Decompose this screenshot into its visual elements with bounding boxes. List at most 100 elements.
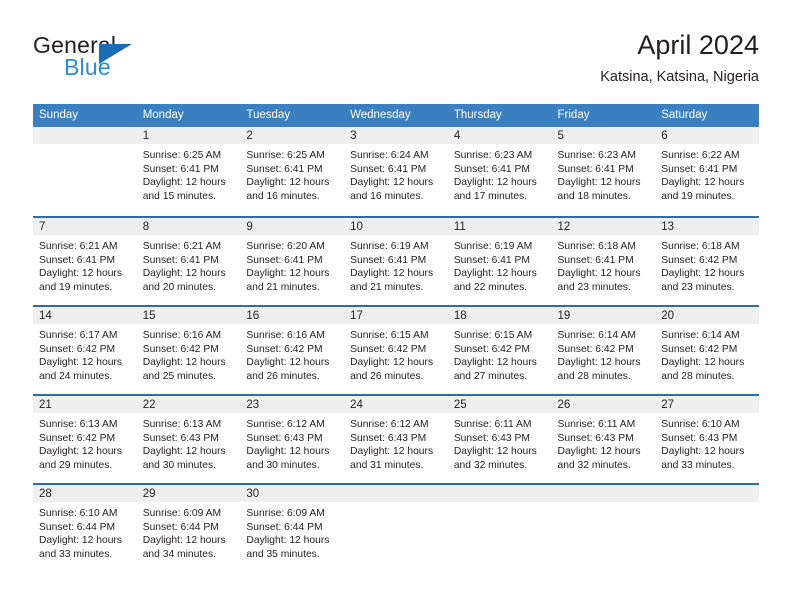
calendar-day-cell[interactable]: 14 Sunrise: 6:17 AM Sunset: 6:42 PM Dayligh…	[33, 307, 137, 394]
calendar-day-cell[interactable]: 26 Sunrise: 6:11 AM Sunset: 6:43 PM Dayligh…	[551, 396, 656, 483]
daylight-text-cont: and 16 minutes.	[350, 190, 424, 202]
day-details: Sunrise: 6:15 AM Sunset: 6:42 PM Daylight:…	[448, 324, 552, 383]
day-details: Sunrise: 6:19 AM Sunset: 6:41 PM Daylight:…	[448, 235, 552, 294]
calendar-day-cell[interactable]: 9 Sunrise: 6:20 AM Sunset: 6:41 PM Daylight…	[240, 218, 345, 305]
daylight-text-cont: and 23 minutes.	[557, 281, 631, 293]
day-details: Sunrise: 6:19 AM Sunset: 6:41 PM Daylight:…	[344, 235, 448, 294]
calendar-day-cell[interactable]: 4 Sunrise: 6:23 AM Sunset: 6:41 PM Daylight…	[447, 127, 552, 216]
weekday-header-thursday: Thursday	[453, 109, 502, 121]
daylight-text: Daylight: 12 hours	[142, 446, 226, 458]
sunrise-text: Sunrise: 6:23 AM	[557, 150, 636, 161]
sunrise-text: Sunrise: 6:10 AM	[661, 419, 740, 430]
calendar-day-cell[interactable]: 3 Sunrise: 6:24 AM Sunset: 6:41 PM Daylight…	[344, 127, 448, 216]
daylight-text-cont: and 30 minutes.	[246, 459, 320, 471]
day-details: Sunrise: 6:18 AM Sunset: 6:41 PM Daylight:…	[552, 235, 656, 294]
sunrise-text: Sunrise: 6:11 AM	[453, 419, 532, 430]
calendar-day-cell[interactable]: 8 Sunrise: 6:21 AM Sunset: 6:41 PM Daylight…	[136, 218, 241, 305]
calendar-day-cell[interactable]: 13 Sunrise: 6:18 AM Sunset: 6:42 PM Dayligh…	[655, 218, 759, 305]
sunrise-text: Sunrise: 6:21 AM	[39, 241, 118, 252]
calendar-day-cell[interactable]: 25 Sunrise: 6:11 AM Sunset: 6:43 PM Dayligh…	[447, 396, 552, 483]
daylight-text-cont: and 30 minutes.	[142, 459, 216, 471]
day-details: Sunrise: 6:14 AM Sunset: 6:42 PM Daylight:…	[552, 324, 656, 383]
calendar-day-cell[interactable]: 16 Sunrise: 6:16 AM Sunset: 6:42 PM Dayligh…	[240, 307, 345, 394]
day-number: 13	[655, 218, 759, 235]
sunset-text: Sunset: 6:41 PM	[142, 163, 219, 175]
day-number	[551, 485, 656, 502]
calendar-day-cell[interactable]: 15 Sunrise: 6:16 AM Sunset: 6:42 PM Dayligh…	[136, 307, 241, 394]
daylight-text: Daylight: 12 hours	[661, 357, 745, 369]
sunset-text: Sunset: 6:42 PM	[661, 254, 738, 266]
sunrise-text: Sunrise: 6:16 AM	[142, 330, 222, 341]
calendar-day-cell[interactable]: 29 Sunrise: 6:09 AM Sunset: 6:44 PM Dayligh…	[136, 485, 241, 572]
calendar-day-cell[interactable]: 2 Sunrise: 6:25 AM Sunset: 6:41 PM Daylight…	[240, 127, 345, 216]
daylight-text: Daylight: 12 hours	[453, 357, 537, 369]
sunset-text: Sunset: 6:41 PM	[350, 254, 427, 266]
sunset-text: Sunset: 6:41 PM	[453, 163, 530, 175]
daylight-text: Daylight: 12 hours	[661, 268, 745, 280]
calendar-day-cell-empty	[447, 485, 552, 572]
calendar-day-cell[interactable]: 22 Sunrise: 6:13 AM Sunset: 6:43 PM Dayligh…	[136, 396, 241, 483]
daylight-text-cont: and 17 minutes.	[453, 190, 528, 202]
sunrise-text: Sunrise: 6:19 AM	[350, 241, 429, 252]
daylight-text: Daylight: 12 hours	[246, 535, 330, 547]
day-number	[344, 485, 448, 502]
calendar-day-cell[interactable]: 20 Sunrise: 6:14 AM Sunset: 6:42 PM Dayligh…	[655, 307, 759, 394]
daylight-text-cont: and 27 minutes.	[453, 370, 528, 382]
sunrise-text: Sunrise: 6:11 AM	[557, 419, 636, 430]
daylight-text: Daylight: 12 hours	[661, 177, 745, 189]
general-blue-logo[interactable]: General Blue	[33, 32, 233, 88]
page-subtitle: Katsina, Katsina, Nigeria	[600, 69, 759, 85]
calendar-day-cell[interactable]: 19 Sunrise: 6:14 AM Sunset: 6:42 PM Dayligh…	[551, 307, 656, 394]
calendar-grid: Sunday Monday Tuesday Wednesday Thursday…	[33, 104, 759, 572]
day-details: Sunrise: 6:22 AM Sunset: 6:41 PM Daylight:…	[655, 144, 759, 203]
day-details: Sunrise: 6:23 AM Sunset: 6:41 PM Daylight:…	[552, 144, 656, 203]
sunset-text: Sunset: 6:43 PM	[557, 432, 634, 444]
weekday-header-sunday: Sunday	[39, 109, 79, 121]
calendar-day-cell[interactable]: 27 Sunrise: 6:10 AM Sunset: 6:43 PM Dayligh…	[655, 396, 759, 483]
day-details	[33, 144, 137, 149]
weekday-header-monday: Monday	[142, 109, 184, 121]
daylight-text: Daylight: 12 hours	[557, 268, 641, 280]
day-number: 19	[551, 307, 656, 324]
calendar-day-cell[interactable]: 30 Sunrise: 6:09 AM Sunset: 6:44 PM Dayligh…	[240, 485, 345, 572]
day-details: Sunrise: 6:13 AM Sunset: 6:42 PM Daylight:…	[33, 413, 137, 472]
calendar-day-cell[interactable]: 11 Sunrise: 6:19 AM Sunset: 6:41 PM Dayligh…	[447, 218, 552, 305]
daylight-text: Daylight: 12 hours	[39, 268, 122, 280]
daylight-text: Daylight: 12 hours	[39, 446, 122, 458]
day-number: 12	[551, 218, 656, 235]
day-details: Sunrise: 6:18 AM Sunset: 6:42 PM Daylight:…	[655, 235, 759, 294]
sunrise-text: Sunrise: 6:24 AM	[350, 150, 429, 161]
day-number: 15	[136, 307, 241, 324]
calendar-day-cell[interactable]: 17 Sunrise: 6:15 AM Sunset: 6:42 PM Dayligh…	[344, 307, 448, 394]
calendar-day-cell[interactable]: 18 Sunrise: 6:15 AM Sunset: 6:42 PM Dayligh…	[447, 307, 552, 394]
calendar-day-cell[interactable]: 23 Sunrise: 6:12 AM Sunset: 6:43 PM Dayligh…	[240, 396, 345, 483]
day-number: 1	[136, 127, 241, 144]
sunset-text: Sunset: 6:41 PM	[246, 163, 323, 175]
daylight-text: Daylight: 12 hours	[142, 535, 226, 547]
sunset-text: Sunset: 6:41 PM	[557, 163, 634, 175]
calendar-day-cell[interactable]: 7 Sunrise: 6:21 AM Sunset: 6:41 PM Daylight…	[33, 218, 137, 305]
calendar-day-cell[interactable]: 1 Sunrise: 6:25 AM Sunset: 6:41 PM Daylight…	[136, 127, 241, 216]
day-details: Sunrise: 6:09 AM Sunset: 6:44 PM Daylight:…	[240, 502, 344, 561]
daylight-text: Daylight: 12 hours	[246, 177, 330, 189]
daylight-text-cont: and 22 minutes.	[453, 281, 528, 293]
calendar-day-cell[interactable]: 28 Sunrise: 6:10 AM Sunset: 6:44 PM Dayligh…	[33, 485, 137, 572]
calendar-day-cell[interactable]: 10 Sunrise: 6:19 AM Sunset: 6:41 PM Dayligh…	[344, 218, 448, 305]
sunset-text: Sunset: 6:43 PM	[142, 432, 219, 444]
sunrise-text: Sunrise: 6:15 AM	[350, 330, 429, 341]
day-number: 25	[447, 396, 552, 413]
daylight-text-cont: and 21 minutes.	[246, 281, 320, 293]
sunset-text: Sunset: 6:43 PM	[246, 432, 323, 444]
day-details: Sunrise: 6:12 AM Sunset: 6:43 PM Daylight:…	[344, 413, 448, 472]
calendar-day-cell[interactable]: 5 Sunrise: 6:23 AM Sunset: 6:41 PM Daylight…	[551, 127, 656, 216]
calendar-day-cell[interactable]: 21 Sunrise: 6:13 AM Sunset: 6:42 PM Dayligh…	[33, 396, 137, 483]
calendar-day-cell[interactable]: 24 Sunrise: 6:12 AM Sunset: 6:43 PM Dayligh…	[344, 396, 448, 483]
calendar-day-cell[interactable]: 6 Sunrise: 6:22 AM Sunset: 6:41 PM Daylight…	[655, 127, 759, 216]
daylight-text-cont: and 23 minutes.	[661, 281, 735, 293]
sunset-text: Sunset: 6:43 PM	[453, 432, 530, 444]
calendar-day-cell[interactable]: 12 Sunrise: 6:18 AM Sunset: 6:41 PM Dayligh…	[551, 218, 656, 305]
sunset-text: Sunset: 6:41 PM	[661, 163, 738, 175]
sunset-text: Sunset: 6:42 PM	[246, 343, 323, 355]
sunset-text: Sunset: 6:42 PM	[39, 432, 116, 444]
sunset-text: Sunset: 6:44 PM	[39, 521, 116, 533]
